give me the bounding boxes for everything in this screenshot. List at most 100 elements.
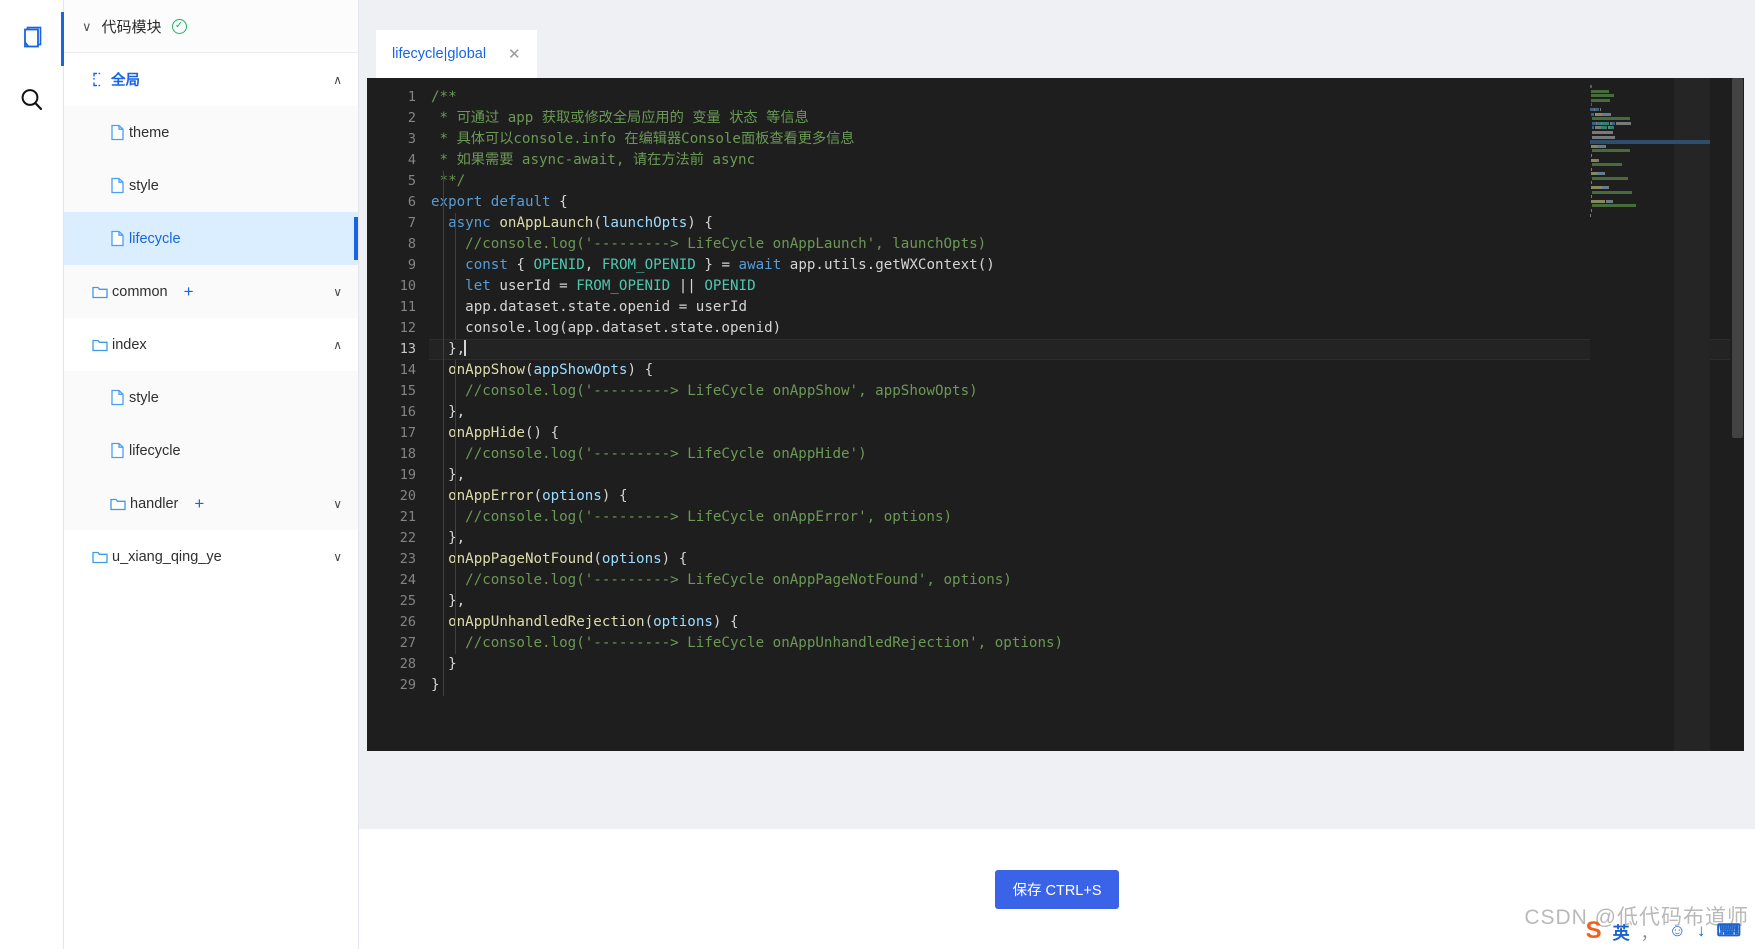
- code-line[interactable]: onAppPageNotFound(options) {: [429, 549, 1744, 570]
- add-icon[interactable]: +: [184, 283, 194, 300]
- app-root: ∨ 代码模块 ✓ 全局 ∧ theme style lifecycle common + ∨ i…: [0, 0, 1755, 949]
- keyboard-icon[interactable]: ⌨: [1716, 921, 1741, 941]
- tree-node-style[interactable]: style: [64, 371, 358, 424]
- tree-node-lifecycle[interactable]: lifecycle: [64, 212, 358, 265]
- add-icon[interactable]: +: [194, 495, 204, 512]
- scrollbar-thumb[interactable]: [1732, 78, 1743, 438]
- pages-icon-button[interactable]: [3, 8, 64, 70]
- code-line[interactable]: * 可通过 app 获取或修改全局应用的 变量 状态 等信息: [429, 108, 1744, 129]
- minimap[interactable]: [1590, 78, 1710, 751]
- code-line[interactable]: onAppShow(appShowOpts) {: [429, 360, 1744, 381]
- search-icon-button[interactable]: [3, 70, 61, 132]
- tree-node-index[interactable]: index ∧: [64, 318, 358, 371]
- code-line[interactable]: //console.log('---------> LifeCycle onAp…: [429, 444, 1744, 465]
- tree-node-label: style: [129, 389, 159, 406]
- code-line[interactable]: onAppUnhandledRejection(options) {: [429, 612, 1744, 633]
- minimap-line: [1590, 85, 1710, 88]
- tree-node-handler[interactable]: handler + ∨: [64, 477, 358, 530]
- code-line[interactable]: //console.log('---------> LifeCycle onAp…: [429, 234, 1744, 255]
- minimap-token: [1599, 107, 1601, 111]
- code-line[interactable]: onAppError(options) {: [429, 486, 1744, 507]
- code-line[interactable]: let userId = FROM_OPENID || OPENID: [429, 276, 1744, 297]
- code-token: /**: [431, 89, 457, 105]
- close-icon[interactable]: ✕: [508, 47, 521, 62]
- minimap-token: [1597, 144, 1605, 148]
- emoji-icon[interactable]: ☺: [1669, 921, 1686, 941]
- code-line[interactable]: * 如果需要 async-await, 请在方法前 async: [429, 150, 1744, 171]
- code-line[interactable]: app.dataset.state.openid = userId: [429, 297, 1744, 318]
- code-line[interactable]: * 具体可以console.info 在编辑器Console面板查看更多信息: [429, 129, 1744, 150]
- code-token: let: [465, 278, 491, 294]
- tree-node-label: common: [112, 283, 168, 300]
- sogou-logo-icon[interactable]: S: [1586, 917, 1602, 945]
- code-line[interactable]: async onAppLaunch(launchOpts) {: [429, 213, 1744, 234]
- minimap-token: [1602, 121, 1610, 125]
- tree-node--[interactable]: 全局 ∧: [64, 53, 358, 106]
- code-token: launchOpts: [601, 215, 688, 231]
- chevron-down-icon[interactable]: ∨: [333, 498, 342, 510]
- code-line[interactable]: },: [429, 528, 1744, 549]
- code-token: **/: [431, 173, 466, 189]
- minimap-token: [1592, 135, 1616, 139]
- minimap-token: [1592, 149, 1630, 153]
- tree-node-u_xiang_qing_ye[interactable]: u_xiang_qing_ye ∨: [64, 530, 358, 583]
- line-number: 16: [399, 404, 416, 420]
- line-number: 29: [399, 677, 416, 693]
- code-line[interactable]: export default {: [429, 192, 1744, 213]
- chevron-up-icon[interactable]: ∧: [333, 74, 342, 86]
- chevron-down-icon[interactable]: ∨: [333, 551, 342, 563]
- code-editor[interactable]: 1 2 3 4 5 6 7 8 9 10 11 12 13 14 15 16 17 18 19 20 21 22 23 24 2…: [367, 78, 1744, 751]
- line-number: 1: [407, 89, 416, 105]
- editor-region: lifecycle|global ✕ 1 2 3 4 5 6 7 8 9 10 11 12 13 14 15…: [359, 0, 1755, 949]
- check-circle-icon: ✓: [171, 18, 187, 34]
- line-number: 24: [399, 572, 416, 588]
- code-line[interactable]: //console.log('---------> LifeCycle onAp…: [429, 507, 1744, 528]
- code-line[interactable]: //console.log('---------> LifeCycle onAp…: [429, 633, 1744, 654]
- save-button[interactable]: 保存 CTRL+S: [995, 869, 1119, 909]
- ime-toolbar[interactable]: S 英 ， ☺ ↓ ⌨: [1580, 913, 1747, 949]
- code-line[interactable]: },: [429, 339, 1744, 360]
- ime-language-toggle[interactable]: 英: [1613, 919, 1630, 944]
- code-line[interactable]: }: [429, 675, 1744, 696]
- code-line[interactable]: onAppHide() {: [429, 423, 1744, 444]
- code-token: {: [550, 194, 568, 210]
- code-line[interactable]: },: [429, 465, 1744, 486]
- code-line[interactable]: //console.log('---------> LifeCycle onAp…: [429, 381, 1744, 402]
- minimap-token: [1590, 85, 1592, 88]
- microphone-icon[interactable]: ↓: [1697, 921, 1706, 941]
- chevron-up-icon[interactable]: ∧: [333, 339, 342, 351]
- code-line[interactable]: },: [429, 402, 1744, 423]
- minimap-token: [1591, 186, 1602, 190]
- code-line[interactable]: **/: [429, 171, 1744, 192]
- tree-node-style[interactable]: style: [64, 159, 358, 212]
- code-token: onAppLaunch: [499, 215, 594, 231]
- code-line[interactable]: }: [429, 654, 1744, 675]
- ime-punctuation-icon[interactable]: ，: [1641, 919, 1658, 944]
- code-token: },: [431, 530, 466, 546]
- code-line[interactable]: console.log(app.dataset.state.openid): [429, 318, 1744, 339]
- code-line[interactable]: const { OPENID, FROM_OPENID } = await ap…: [429, 255, 1744, 276]
- code-line[interactable]: //console.log('---------> LifeCycle onAp…: [429, 570, 1744, 591]
- tree-node-label: u_xiang_qing_ye: [112, 548, 222, 565]
- file-tree-panel: ∨ 代码模块 ✓ 全局 ∧ theme style lifecycle common + ∨ i…: [64, 0, 359, 949]
- code-content[interactable]: /** * 可通过 app 获取或修改全局应用的 变量 状态 等信息 * 具体可…: [429, 78, 1744, 751]
- chevron-down-icon[interactable]: ∨: [333, 286, 342, 298]
- tree-node-common[interactable]: common + ∨: [64, 265, 358, 318]
- code-token: ) {: [627, 362, 654, 378]
- editor-vertical-scrollbar[interactable]: [1730, 78, 1744, 751]
- code-line[interactable]: },: [429, 591, 1744, 612]
- minimap-line: [1590, 139, 1710, 144]
- tab-lifecycle-global[interactable]: lifecycle|global ✕: [376, 30, 537, 78]
- minimap-token: [1592, 204, 1636, 208]
- tree-node-theme[interactable]: theme: [64, 106, 358, 159]
- code-line[interactable]: /**: [429, 87, 1744, 108]
- chevron-down-icon[interactable]: ∨: [82, 20, 92, 33]
- tree-header[interactable]: ∨ 代码模块 ✓: [64, 0, 358, 53]
- tree-node-lifecycle[interactable]: lifecycle: [64, 424, 358, 477]
- minimap-token: [1592, 121, 1596, 125]
- tree-header-title: 代码模块: [101, 18, 162, 36]
- minimap-line: [1590, 135, 1710, 139]
- editor-tabbar: lifecycle|global ✕: [359, 0, 1755, 78]
